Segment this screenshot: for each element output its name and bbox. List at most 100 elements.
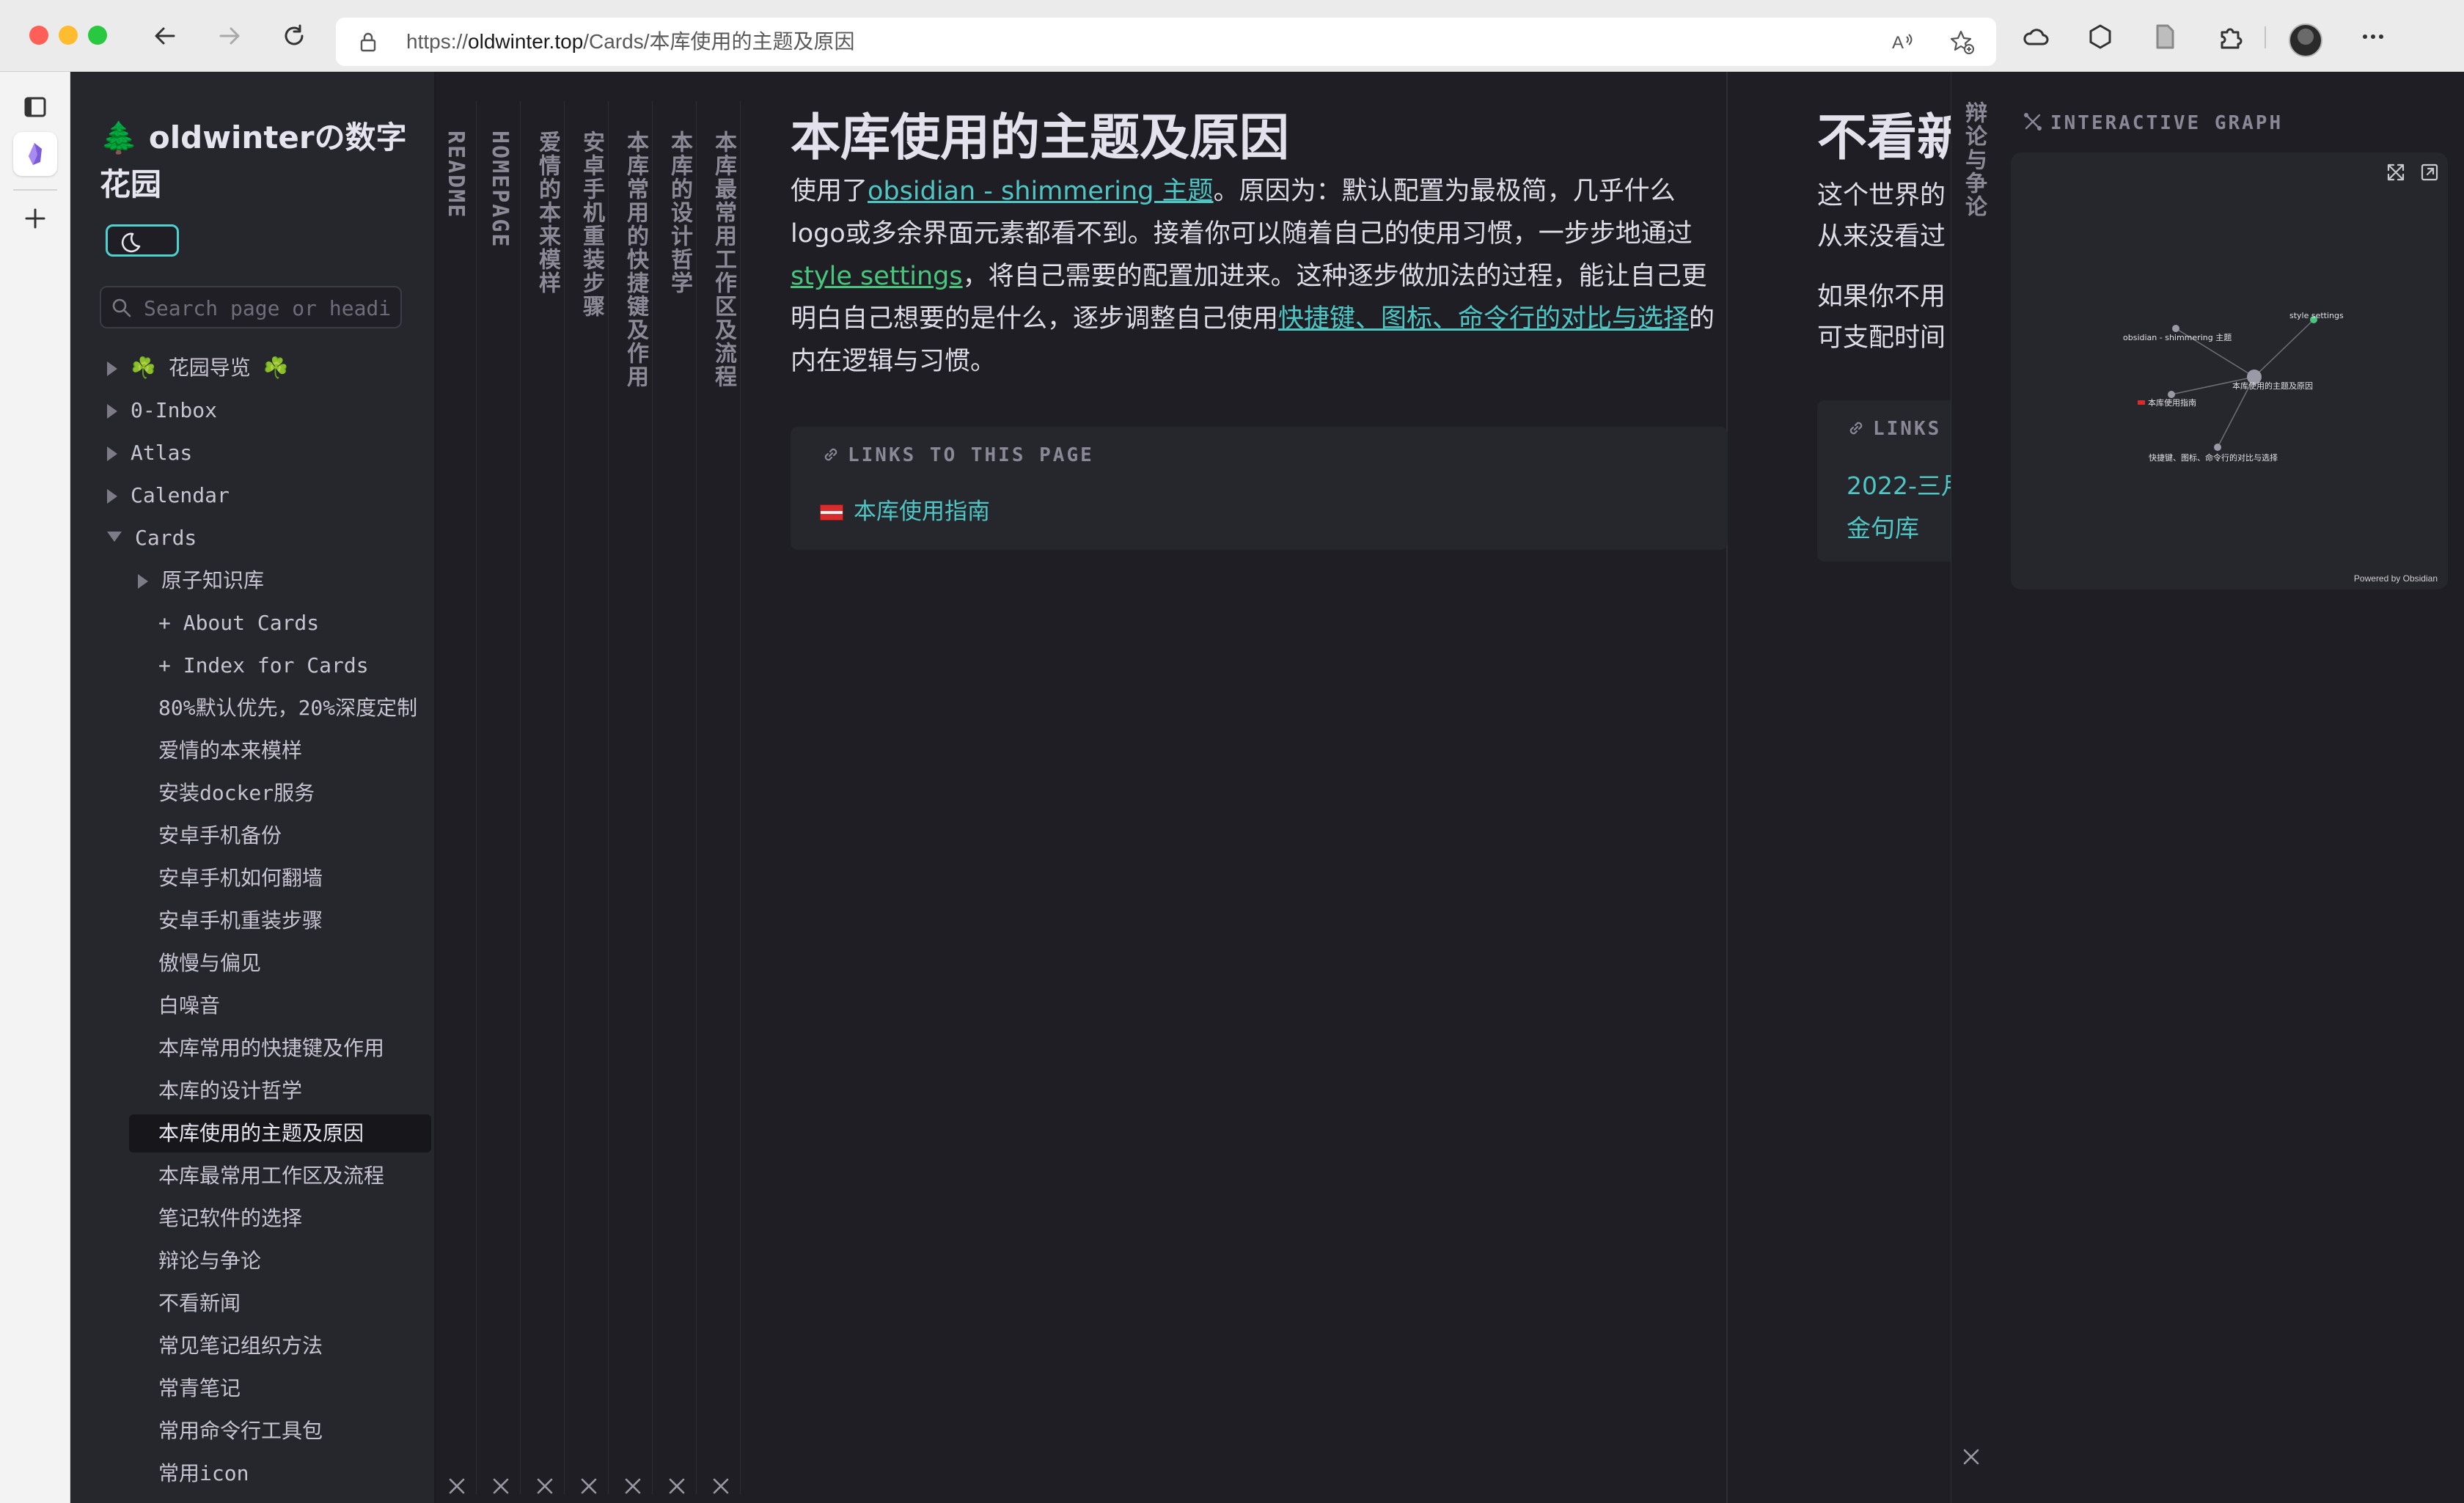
refresh-button[interactable] xyxy=(276,18,312,54)
stacked-tab-label[interactable]: 本库常用的快捷键及作用 xyxy=(619,131,651,389)
nav-item[interactable]: 本库最常用工作区及流程 xyxy=(158,1157,384,1195)
maximize-window-button[interactable] xyxy=(88,26,107,45)
nav-item[interactable]: 安卓手机如何翻墙 xyxy=(158,859,323,897)
stacked-tab-label[interactable]: 本库的设计哲学 xyxy=(663,131,695,295)
page-icon[interactable] xyxy=(2150,22,2179,51)
nav-folder-atlas[interactable]: Atlas xyxy=(107,434,192,472)
nav-folder-calendar[interactable]: Calendar xyxy=(107,477,230,515)
stacked-tab-label[interactable]: 安卓手机重装步骤 xyxy=(575,131,607,318)
open-external-icon[interactable] xyxy=(2419,161,2441,183)
stacked-tab[interactable]: 安卓手机重装步骤 xyxy=(569,101,609,1494)
stacked-tab[interactable]: HOMEPAGE xyxy=(481,101,521,1494)
url-host: oldwinter.top xyxy=(468,30,584,53)
close-icon[interactable] xyxy=(491,1477,510,1496)
backlink-item[interactable]: 本库使用指南 xyxy=(820,493,990,526)
graph-icon xyxy=(2024,113,2042,131)
minimize-window-button[interactable] xyxy=(59,26,78,45)
lock-icon[interactable] xyxy=(358,31,378,56)
nav-item[interactable]: 爱情的本来模样 xyxy=(158,732,302,770)
nav-folder-cards[interactable]: Cards xyxy=(107,519,197,557)
nav-item[interactable]: 白噪音 xyxy=(158,987,220,1025)
expand-graph-icon[interactable] xyxy=(2385,161,2407,183)
stacked-tab-label[interactable]: README xyxy=(443,131,469,218)
graph-svg[interactable]: 本库使用的主题及原因 obsidian - shimmering 主题 styl… xyxy=(2011,152,2448,589)
nav-item[interactable]: 本库的设计哲学 xyxy=(158,1072,302,1110)
nav-item[interactable]: 辩论与争论 xyxy=(158,1242,261,1280)
more-options-icon[interactable] xyxy=(2358,22,2388,51)
nav-item[interactable]: 本库常用的快捷键及作用 xyxy=(158,1029,384,1067)
nav-item[interactable]: 傲慢与偏见 xyxy=(158,944,261,982)
close-icon[interactable] xyxy=(623,1477,642,1496)
close-icon[interactable] xyxy=(447,1477,466,1496)
divider xyxy=(13,189,57,191)
extensions-icon[interactable] xyxy=(2216,22,2245,51)
nav-item-about-cards[interactable]: + About Cards xyxy=(158,604,319,642)
close-icon[interactable] xyxy=(667,1477,686,1496)
theme-toggle[interactable] xyxy=(106,224,179,257)
stacked-note-tabs: README HOMEPAGE 爱情的本来模样 安卓手机重装步骤 本库常用的快捷… xyxy=(437,72,752,1503)
graph-node[interactable] xyxy=(2214,444,2221,451)
nav-item[interactable]: 常用命令行工具包 xyxy=(158,1412,323,1450)
stacked-tab[interactable]: 本库常用的快捷键及作用 xyxy=(613,101,653,1494)
url-text[interactable]: https://oldwinter.top/Cards/本库使用的主题及原因 xyxy=(406,18,855,66)
nav-folder-garden-guide[interactable]: ☘️ 花园导览 ☘️ xyxy=(107,349,288,387)
new-tab-button[interactable] xyxy=(13,196,57,240)
stacked-tab[interactable]: README xyxy=(437,101,477,1494)
second-link[interactable]: 金句库 xyxy=(1847,509,1919,544)
second-body-text: 可支配时间 xyxy=(1817,323,1946,353)
nav-item[interactable]: 80%默认优先，20%深度定制 xyxy=(158,689,417,727)
graph-label: style settings xyxy=(2289,311,2344,320)
nav-item[interactable]: 不看新闻 xyxy=(158,1285,241,1323)
search-box[interactable] xyxy=(100,286,402,328)
second-link[interactable]: 2022-三月 xyxy=(1847,466,1951,501)
caret-right-icon xyxy=(107,447,117,461)
links-header-text: LINKS xyxy=(1873,418,1942,440)
site-title[interactable]: 🌲 oldwinterの数字花园 xyxy=(100,114,430,208)
nav-label: Calendar xyxy=(131,483,230,507)
nav-item[interactable]: 安卓手机备份 xyxy=(158,817,282,855)
forward-button[interactable] xyxy=(211,18,248,54)
nav-item-index-for-cards[interactable]: + Index for Cards xyxy=(158,647,369,685)
address-bar[interactable]: https://oldwinter.top/Cards/本库使用的主题及原因 A xyxy=(336,18,1996,66)
stacked-tab[interactable]: 爱情的本来模样 xyxy=(525,101,565,1494)
caret-right-icon xyxy=(107,404,117,419)
nav-item-active[interactable]: 本库使用的主题及原因 xyxy=(129,1114,431,1153)
back-button[interactable] xyxy=(147,18,183,54)
graph-node[interactable] xyxy=(2168,391,2175,398)
stacked-tab-label[interactable]: 本库最常用工作区及流程 xyxy=(707,131,739,389)
shortcuts-comparison-link[interactable]: 快捷键、图标、命令行的对比与选择 xyxy=(1278,304,1689,334)
nav-item[interactable]: 常用icon xyxy=(158,1455,249,1493)
graph-canvas[interactable]: 本库使用的主题及原因 obsidian - shimmering 主题 styl… xyxy=(2011,152,2448,589)
close-icon[interactable] xyxy=(711,1477,730,1496)
tab-actions-button[interactable] xyxy=(13,85,57,129)
profile-avatar[interactable] xyxy=(2289,23,2322,57)
nav-item[interactable]: 安装docker服务 xyxy=(158,774,315,812)
theme-link[interactable]: obsidian - shimmering 主题 xyxy=(868,177,1214,206)
powered-by-label[interactable]: Powered by Obsidian xyxy=(2354,573,2438,584)
search-input[interactable] xyxy=(142,292,392,324)
active-tab-favicon[interactable] xyxy=(13,132,57,176)
read-aloud-icon[interactable]: A xyxy=(1891,29,1917,56)
close-icon[interactable] xyxy=(1962,1447,1981,1466)
close-icon[interactable] xyxy=(535,1477,554,1496)
style-settings-link[interactable]: style settings xyxy=(791,262,963,291)
stacked-tab[interactable]: 本库最常用工作区及流程 xyxy=(701,101,741,1494)
nav-item[interactable]: 笔记软件的选择 xyxy=(158,1199,302,1238)
nav-item[interactable]: 安卓手机重装步骤 xyxy=(158,902,323,940)
stacked-tab[interactable]: 本库的设计哲学 xyxy=(657,101,697,1494)
close-icon[interactable] xyxy=(579,1477,598,1496)
nav-item[interactable]: 常青笔记 xyxy=(158,1370,241,1408)
stacked-tab[interactable]: 辩论与争论 xyxy=(1951,72,1990,1503)
add-favorite-icon[interactable] xyxy=(1949,29,1976,56)
stacked-tab-label[interactable]: 辩论与争论 xyxy=(1957,101,1990,218)
nav-folder-0-inbox[interactable]: 0-Inbox xyxy=(107,392,217,430)
stacked-tab-label[interactable]: HOMEPAGE xyxy=(487,131,513,249)
graph-label-current: 本库使用的主题及原因 xyxy=(2232,381,2313,391)
graph-node[interactable] xyxy=(2172,325,2179,332)
nav-item[interactable]: 常见笔记组织方法 xyxy=(158,1327,323,1365)
nav-folder-atomic-knowledge[interactable]: 原子知识库 xyxy=(138,562,264,600)
cloud-icon[interactable] xyxy=(2021,22,2050,51)
close-window-button[interactable] xyxy=(29,26,48,45)
stacked-tab-label[interactable]: 爱情的本来模样 xyxy=(531,131,563,295)
hexagon-icon[interactable] xyxy=(2086,22,2115,51)
